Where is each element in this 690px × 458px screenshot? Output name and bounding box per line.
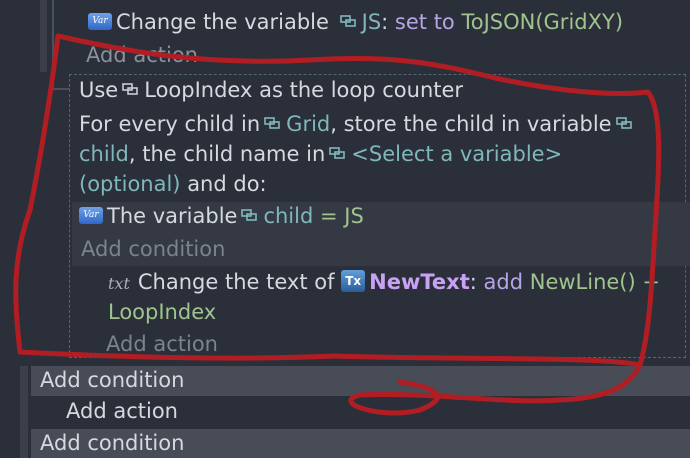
red-annotation-outline <box>13 33 662 416</box>
